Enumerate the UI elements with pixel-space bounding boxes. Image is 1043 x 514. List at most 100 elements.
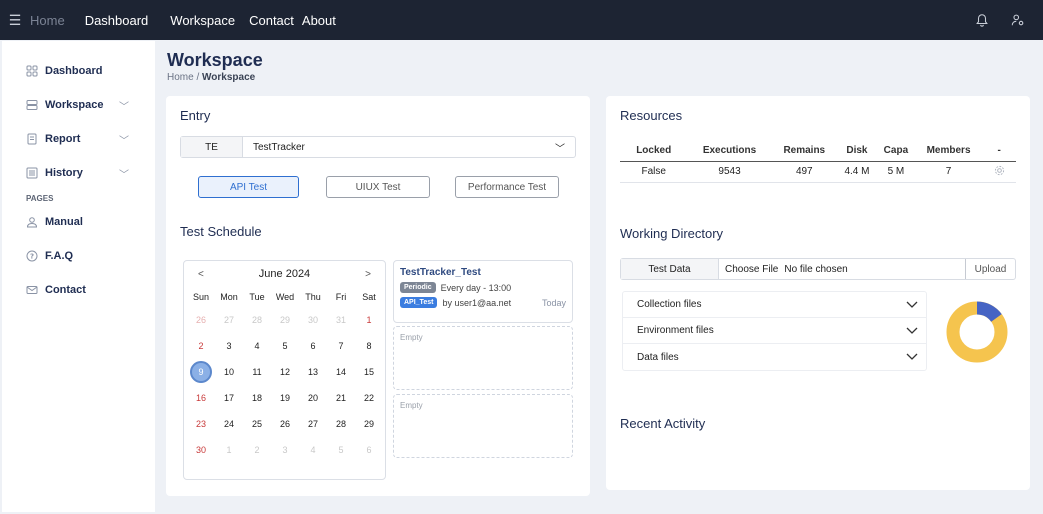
accordion-data-files[interactable]: Data files	[623, 344, 926, 370]
sidebar-item-dashboard[interactable]: Dashboard	[2, 54, 155, 88]
sidebar-item-label: Contact	[45, 284, 86, 296]
api-test-button[interactable]: API Test	[198, 176, 299, 198]
grid-icon	[26, 65, 38, 77]
calendar-day[interactable]: 9	[187, 359, 215, 385]
calendar-day[interactable]: 8	[355, 333, 383, 359]
calendar-day[interactable]: 5	[271, 333, 299, 359]
calendar-day[interactable]: 26	[271, 411, 299, 437]
schedule-event-card[interactable]: TestTracker_Test Periodic Every day - 13…	[393, 260, 573, 323]
performance-test-button[interactable]: Performance Test	[455, 176, 559, 198]
calendar-next-button[interactable]: >	[365, 269, 371, 280]
nav-dashboard[interactable]: Dashboard	[85, 13, 149, 28]
calendar-day[interactable]: 1	[355, 307, 383, 333]
nav-about[interactable]: About	[302, 13, 336, 28]
accordion-collection-files[interactable]: Collection files	[623, 292, 926, 318]
calendar-selected-day[interactable]: 9	[190, 361, 212, 383]
calendar-day[interactable]: 20	[299, 385, 327, 411]
chevron-down-icon[interactable]: ﹀	[119, 132, 129, 147]
calendar-day[interactable]: 6	[355, 437, 383, 463]
calendar-day[interactable]: 17	[215, 385, 243, 411]
empty-slot[interactable]: Empty	[393, 326, 573, 390]
sidebar-item-contact[interactable]: Contact	[2, 273, 155, 307]
sidebar-item-workspace[interactable]: Workspace ﹀	[2, 88, 155, 122]
calendar-day[interactable]: 1	[215, 437, 243, 463]
calendar-day[interactable]: 13	[299, 359, 327, 385]
calendar-day[interactable]: 4	[243, 333, 271, 359]
entry-title: Entry	[180, 108, 211, 123]
bell-icon[interactable]	[975, 13, 989, 27]
sidebar-item-label: F.A.Q	[45, 250, 74, 262]
hamburger-icon[interactable]: ☰	[0, 12, 30, 29]
nav-home[interactable]: Home	[30, 13, 65, 28]
choose-file-button[interactable]: Choose File	[719, 264, 778, 275]
calendar-day[interactable]: 18	[243, 385, 271, 411]
empty-slot[interactable]: Empty	[393, 394, 573, 458]
calendar-day[interactable]: 26	[187, 307, 215, 333]
calendar-day[interactable]: 23	[187, 411, 215, 437]
calendar-day[interactable]: 7	[327, 333, 355, 359]
calendar-day[interactable]: 27	[215, 307, 243, 333]
calendar-day[interactable]: 5	[327, 437, 355, 463]
user-settings-icon[interactable]	[1011, 13, 1025, 27]
calendar-day-name: Sun	[192, 292, 209, 302]
event-frequency: Every day - 13:00	[440, 282, 512, 293]
upload-button[interactable]: Upload	[965, 259, 1015, 279]
question-icon: ?	[26, 250, 38, 262]
document-icon	[27, 133, 37, 145]
calendar-day[interactable]: 4	[299, 437, 327, 463]
calendar-day[interactable]: 15	[355, 359, 383, 385]
nav-contact[interactable]: Contact	[249, 13, 294, 28]
calendar-day[interactable]: 29	[355, 411, 383, 437]
uiux-test-button[interactable]: UIUX Test	[326, 176, 430, 198]
schedule-title: Test Schedule	[180, 224, 262, 239]
calendar-day[interactable]: 2	[187, 333, 215, 359]
api-test-badge: API_Test	[400, 297, 438, 308]
gear-icon[interactable]	[994, 165, 1005, 176]
calendar-day[interactable]: 22	[355, 385, 383, 411]
calendar-day[interactable]: 30	[187, 437, 215, 463]
calendar-day[interactable]: 31	[327, 307, 355, 333]
calendar-day[interactable]: 24	[215, 411, 243, 437]
calendar-day[interactable]: 2	[243, 437, 271, 463]
project-select[interactable]: TE TestTracker ﹀	[180, 136, 576, 158]
calendar-day[interactable]: 21	[327, 385, 355, 411]
table-cell: 5 M	[876, 161, 915, 183]
calendar-day[interactable]: 3	[215, 333, 243, 359]
calendar-day[interactable]: 27	[299, 411, 327, 437]
sidebar-item-label: Workspace	[45, 99, 104, 111]
calendar-day[interactable]: 19	[271, 385, 299, 411]
breadcrumb-current: Workspace	[202, 72, 256, 83]
sidebar-item-label: Dashboard	[45, 65, 103, 77]
sidebar: Dashboard Workspace ﹀ Report ﹀ History ﹀…	[2, 41, 155, 512]
page-title: Workspace	[167, 50, 263, 70]
sidebar-item-faq[interactable]: ? F.A.Q	[2, 239, 155, 273]
calendar-day[interactable]: 3	[271, 437, 299, 463]
sidebar-item-report[interactable]: Report ﹀	[2, 122, 155, 156]
calendar-day[interactable]: 16	[187, 385, 215, 411]
calendar-day[interactable]: 25	[243, 411, 271, 437]
sidebar-item-history[interactable]: History ﹀	[2, 156, 155, 190]
column-header: Locked	[620, 141, 688, 162]
calendar-day[interactable]: 28	[327, 411, 355, 437]
chevron-down-icon[interactable]: ﹀	[555, 140, 565, 155]
column-header: Disk	[836, 141, 877, 162]
calendar-day[interactable]: 29	[271, 307, 299, 333]
calendar-day[interactable]: 6	[299, 333, 327, 359]
calendar-day[interactable]: 10	[215, 359, 243, 385]
column-header: -	[982, 141, 1016, 162]
breadcrumb-home[interactable]: Home	[167, 72, 194, 83]
calendar-day[interactable]: 28	[243, 307, 271, 333]
calendar-prev-button[interactable]: <	[198, 269, 204, 280]
calendar-day[interactable]: 14	[327, 359, 355, 385]
calendar-day[interactable]: 30	[299, 307, 327, 333]
chevron-down-icon[interactable]: ﹀	[119, 166, 129, 181]
calendar-day-name: Fri	[335, 292, 347, 302]
sidebar-item-manual[interactable]: Manual	[2, 205, 155, 239]
chevron-down-icon[interactable]: ﹀	[119, 98, 129, 113]
sidebar-item-label: History	[45, 167, 83, 179]
calendar-day[interactable]: 12	[271, 359, 299, 385]
upload-label: Test Data	[621, 259, 719, 279]
calendar-day[interactable]: 11	[243, 359, 271, 385]
nav-workspace[interactable]: Workspace	[170, 13, 235, 28]
accordion-environment-files[interactable]: Environment files	[623, 318, 926, 344]
